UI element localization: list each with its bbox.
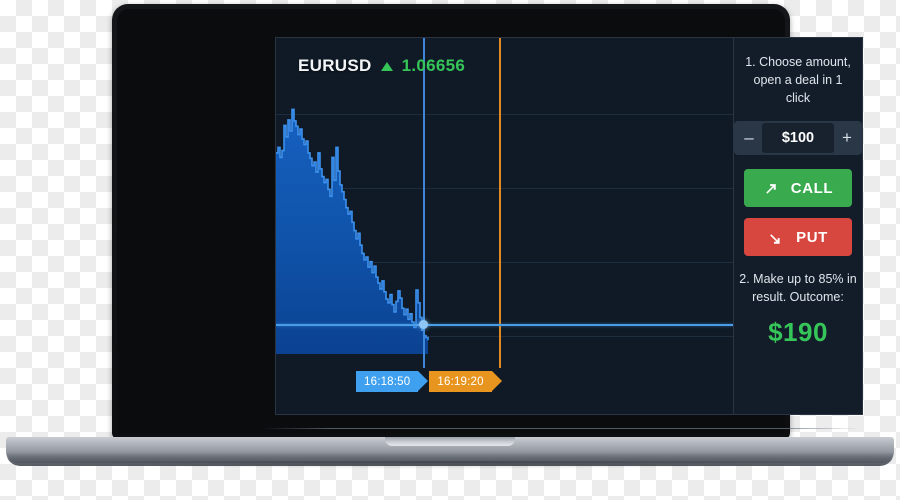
amount-value[interactable]: $100 xyxy=(762,123,834,154)
call-label: CALL xyxy=(790,179,834,197)
laptop-lid: EURUSD 1.06656 16:18:50 16:19:20 1. Choo… xyxy=(112,4,863,439)
screenshot-stage: EURUSD 1.06656 16:18:50 16:19:20 1. Choo… xyxy=(0,0,900,500)
price-chart[interactable]: EURUSD 1.06656 16:18:50 16:19:20 xyxy=(276,38,733,414)
entry-marker-line xyxy=(423,38,425,368)
entry-time-label: 16:18:50 xyxy=(364,375,411,388)
current-price-line xyxy=(276,324,733,326)
chart-series-svg xyxy=(276,108,429,355)
step-1-instruction: 1. Choose amount, open a deal in 1 click xyxy=(745,55,851,105)
call-button[interactable]: CALL xyxy=(744,169,852,208)
put-label: PUT xyxy=(796,228,828,246)
laptop-drop-shadow xyxy=(30,461,870,469)
amount-stepper[interactable]: – $100 + xyxy=(734,121,862,156)
step-2-instruction: 2. Make up to 85% in result. Outcome: xyxy=(739,272,857,304)
trade-panel: 1. Choose amount, open a deal in 1 click… xyxy=(733,38,862,414)
arrow-up-right-icon xyxy=(766,183,776,194)
laptop-base-notch xyxy=(385,437,515,446)
decrease-amount-button[interactable]: – xyxy=(736,123,762,153)
ticker-price: 1.06656 xyxy=(401,56,466,75)
ticker-symbol: EURUSD xyxy=(298,56,372,75)
current-price-dot xyxy=(419,320,428,329)
put-button[interactable]: PUT xyxy=(744,218,852,257)
arrow-down-right-icon xyxy=(770,233,780,244)
outcome-value: $190 xyxy=(768,316,828,347)
expiry-time-badge: 16:19:20 xyxy=(429,371,503,392)
laptop-screen-bezel: EURUSD 1.06656 16:18:50 16:19:20 1. Choo… xyxy=(117,9,863,434)
bezel-highlight-line xyxy=(260,428,860,429)
ticker-header: EURUSD 1.06656 xyxy=(298,56,465,76)
expiry-marker-line xyxy=(499,38,501,368)
entry-time-badge: 16:18:50 xyxy=(356,371,429,392)
time-markers: 16:18:50 16:19:20 xyxy=(356,371,503,392)
triangle-up-icon xyxy=(380,61,393,71)
increase-amount-button[interactable]: + xyxy=(834,123,860,153)
trading-app-screen: EURUSD 1.06656 16:18:50 16:19:20 1. Choo… xyxy=(275,37,863,415)
expiry-time-label: 16:19:20 xyxy=(437,375,484,388)
